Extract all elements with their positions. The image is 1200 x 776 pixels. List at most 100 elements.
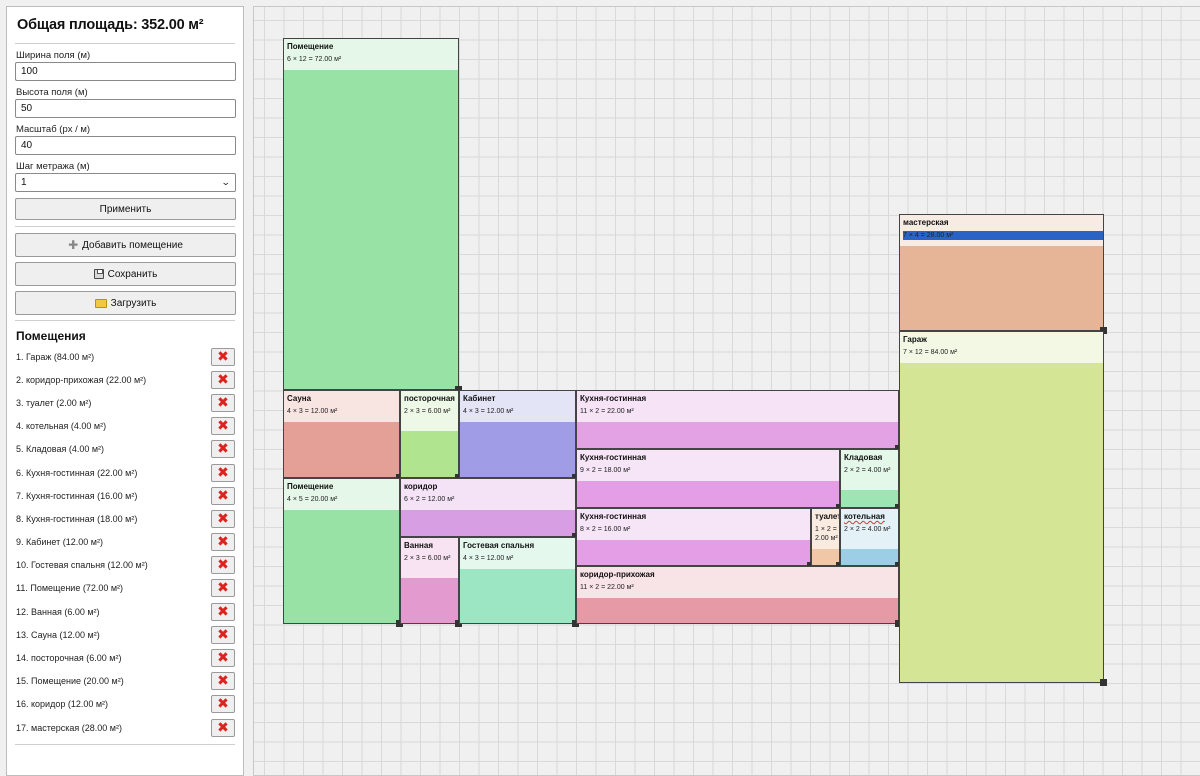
close-icon: ✖ <box>217 603 229 620</box>
room-header: Помещение 4 × 5 = 20.00 м² <box>284 479 399 510</box>
folder-icon <box>94 298 107 308</box>
room-name: Помещение <box>287 482 334 491</box>
room-list-label: 1. Гараж (84.00 м²) <box>16 351 95 362</box>
delete-room-button[interactable]: ✖ <box>211 649 235 668</box>
divider <box>15 226 235 227</box>
delete-room-button[interactable]: ✖ <box>211 370 235 389</box>
room-block[interactable]: Помещение 6 × 12 = 72.00 м² <box>283 38 459 390</box>
close-icon: ✖ <box>217 673 229 690</box>
delete-room-button[interactable]: ✖ <box>211 347 235 366</box>
step-select[interactable]: 1 ⌄ <box>15 173 236 192</box>
list-item: 12. Ванная (6.00 м²) ✖ <box>15 600 235 623</box>
list-item: 9. Кабинет (12.00 м²) ✖ <box>15 531 235 554</box>
delete-room-button[interactable]: ✖ <box>211 417 235 436</box>
close-icon: ✖ <box>217 650 229 667</box>
plus-icon: ✚ <box>68 238 79 252</box>
list-item: 13. Сауна (12.00 м²) ✖ <box>15 623 235 646</box>
room-area: 2 × 3 = 6.00 м² <box>404 408 451 415</box>
room-list-label: 14. посторочная (6.00 м²) <box>16 653 122 664</box>
delete-room-button[interactable]: ✖ <box>211 533 235 552</box>
room-block[interactable]: Кухня-гостинная 11 × 2 = 22.00 м² <box>576 390 899 449</box>
room-header: мастерская 7 × 4 = 28.00 м² <box>900 215 1103 246</box>
scale-input[interactable]: 40 <box>15 136 236 155</box>
divider <box>15 43 235 44</box>
width-input[interactable]: 100 <box>15 62 236 81</box>
room-list-label: 3. туалет (2.00 м²) <box>16 397 92 408</box>
room-block[interactable]: коридор-прихожая 11 × 2 = 22.00 м² <box>576 566 899 624</box>
step-label: Шаг метража (м) <box>16 161 90 172</box>
room-block[interactable]: посторочная 2 × 3 = 6.00 м² <box>400 390 459 478</box>
list-item: 3. туалет (2.00 м²) ✖ <box>15 391 235 414</box>
room-block[interactable]: Гостевая спальня 4 × 3 = 12.00 м² <box>459 537 576 624</box>
room-header: Помещение 6 × 12 = 72.00 м² <box>284 39 458 70</box>
save-icon <box>93 269 104 279</box>
delete-room-button[interactable]: ✖ <box>211 393 235 412</box>
room-name: Гостевая спальня <box>463 541 535 550</box>
apply-button[interactable]: Применить <box>15 198 236 220</box>
room-area: 4 × 3 = 12.00 м² <box>463 555 514 562</box>
room-name: коридор-прихожая <box>580 570 655 579</box>
room-block[interactable]: мастерская 7 × 4 = 28.00 м² <box>899 214 1104 331</box>
room-block[interactable]: Сауна 4 × 3 = 12.00 м² <box>283 390 400 478</box>
room-block[interactable]: Гараж 7 × 12 = 84.00 м² <box>899 331 1104 683</box>
room-block[interactable]: туалет 1 × 2 = 2.00 м² <box>811 508 840 566</box>
divider <box>15 744 235 746</box>
room-area: 7 × 4 = 28.00 м² <box>903 231 1103 240</box>
room-area: 11 × 2 = 22.00 м² <box>580 408 634 415</box>
list-item: 17. мастерская (28.00 м²) ✖ <box>15 716 235 739</box>
delete-room-button[interactable]: ✖ <box>211 695 235 714</box>
load-button[interactable]: Загрузить <box>15 291 236 315</box>
room-block[interactable]: Ванная 2 × 3 = 6.00 м² <box>400 537 459 624</box>
close-icon: ✖ <box>217 719 229 736</box>
delete-room-button[interactable]: ✖ <box>211 718 235 737</box>
add-room-label: Добавить помещение <box>82 239 183 251</box>
height-input[interactable]: 50 <box>15 99 236 118</box>
room-header: посторочная 2 × 3 = 6.00 м² <box>401 391 458 431</box>
close-icon: ✖ <box>217 626 229 643</box>
room-block[interactable]: коридор 6 × 2 = 12.00 м² <box>400 478 576 537</box>
room-name: Помещение <box>287 42 334 51</box>
room-header: туалет 1 × 2 = 2.00 м² <box>812 509 839 549</box>
close-icon: ✖ <box>217 510 229 527</box>
delete-room-button[interactable]: ✖ <box>211 463 235 482</box>
room-name: Кладовая <box>844 453 883 462</box>
save-button[interactable]: Сохранить <box>15 262 236 286</box>
list-item: 8. Кухня-гостинная (18.00 м²) ✖ <box>15 507 235 530</box>
delete-room-button[interactable]: ✖ <box>211 486 235 505</box>
add-room-button[interactable]: ✚ Добавить помещение <box>15 233 236 257</box>
delete-room-button[interactable]: ✖ <box>211 440 235 459</box>
room-area: 2 × 3 = 6.00 м² <box>404 555 451 562</box>
room-list-label: 8. Кухня-гостинная (18.00 м²) <box>16 513 138 524</box>
room-name: посторочная <box>404 394 455 403</box>
room-name: Кухня-гостинная <box>580 453 647 462</box>
room-block[interactable]: Помещение 4 × 5 = 20.00 м² <box>283 478 400 624</box>
resize-handle[interactable] <box>1100 679 1107 686</box>
room-block[interactable]: Кухня-гостинная 8 × 2 = 16.00 м² <box>576 508 811 566</box>
chevron-down-icon: ⌄ <box>221 177 232 187</box>
delete-room-button[interactable]: ✖ <box>211 602 235 621</box>
room-block[interactable]: Кухня-гостинная 9 × 2 = 18.00 м² <box>576 449 840 508</box>
delete-room-button[interactable]: ✖ <box>211 556 235 575</box>
room-header: Кабинет 4 × 3 = 12.00 м² <box>460 391 575 422</box>
room-name: Сауна <box>287 394 312 403</box>
delete-room-button[interactable]: ✖ <box>211 625 235 644</box>
room-list-label: 12. Ванная (6.00 м²) <box>16 606 100 617</box>
rooms-list-title: Помещения <box>16 329 86 343</box>
close-icon: ✖ <box>217 696 229 713</box>
room-area: 6 × 12 = 72.00 м² <box>287 56 342 63</box>
floor-plan-canvas[interactable]: Помещение 6 × 12 = 72.00 м² Сауна 4 × 3 = 1… <box>253 6 1200 776</box>
step-select-value: 1 <box>21 177 27 188</box>
close-icon: ✖ <box>217 487 229 504</box>
width-label: Ширина поля (м) <box>16 50 91 61</box>
list-item: 6. Кухня-гостинная (22.00 м²) ✖ <box>15 461 235 484</box>
delete-room-button[interactable]: ✖ <box>211 672 235 691</box>
room-header: Кухня-гостинная 8 × 2 = 16.00 м² <box>577 509 810 540</box>
close-icon: ✖ <box>217 580 229 597</box>
delete-room-button[interactable]: ✖ <box>211 509 235 528</box>
load-label: Загрузить <box>110 297 157 309</box>
room-block[interactable]: Кабинет 4 × 3 = 12.00 м² <box>459 390 576 478</box>
room-area: 9 × 2 = 18.00 м² <box>580 467 631 474</box>
room-block[interactable]: котельная 2 × 2 = 4.00 м² <box>840 508 899 566</box>
room-block[interactable]: Кладовая 2 × 2 = 4.00 м² <box>840 449 899 508</box>
delete-room-button[interactable]: ✖ <box>211 579 235 598</box>
